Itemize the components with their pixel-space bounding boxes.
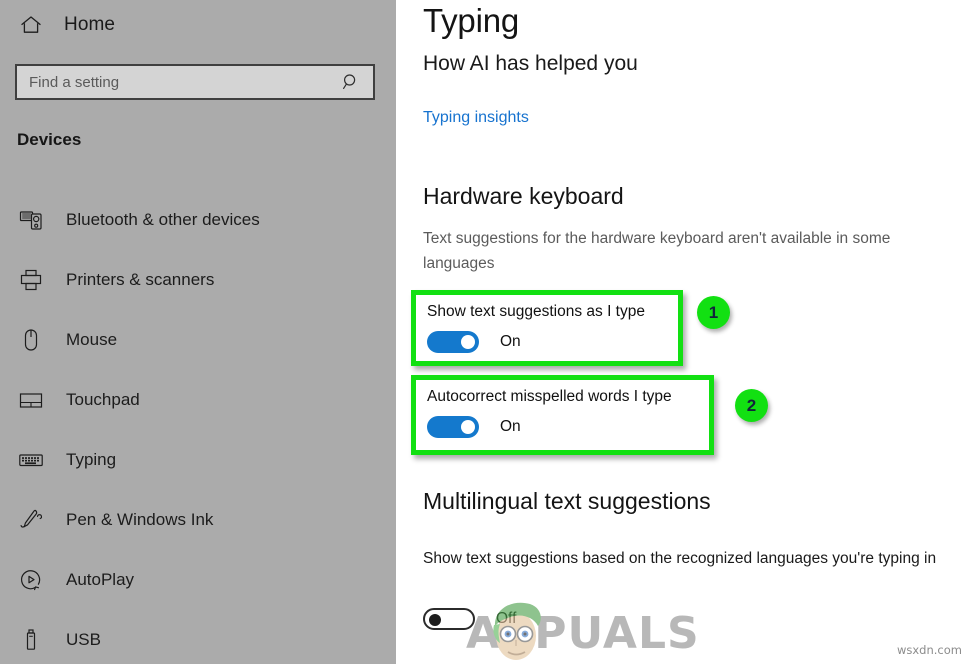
keyboard-icon xyxy=(17,446,45,474)
usb-icon xyxy=(17,626,45,654)
search-input[interactable] xyxy=(17,72,341,92)
toggle-state-label: On xyxy=(500,418,521,435)
settings-window: Home Devices xyxy=(0,0,973,664)
sidebar-item-label: USB xyxy=(66,630,101,649)
toggle-state-label: On xyxy=(500,333,521,350)
sidebar-item-typing[interactable]: Typing xyxy=(0,430,396,490)
hardware-keyboard-description: Text suggestions for the hardware keyboa… xyxy=(423,230,891,272)
printer-icon xyxy=(17,266,45,294)
bluetooth-devices-icon xyxy=(17,206,45,234)
show-text-suggestions-toggle[interactable] xyxy=(427,331,479,353)
highlight-box-autocorrect: Autocorrect misspelled words I type On xyxy=(411,375,714,455)
toggle-knob xyxy=(429,614,441,626)
sidebar-item-label: AutoPlay xyxy=(66,570,135,589)
autoplay-icon xyxy=(17,566,45,594)
toggle-knob xyxy=(461,420,475,434)
sidebar-item-autoplay[interactable]: AutoPlay xyxy=(0,550,396,610)
sidebar-item-label: Pen & Windows Ink xyxy=(66,510,214,529)
sidebar-item-label: Printers & scanners xyxy=(66,270,215,289)
sidebar-section-heading: Devices xyxy=(17,130,82,149)
setting-label: Show text suggestions as I type xyxy=(427,303,645,320)
sidebar-item-printers-scanners[interactable]: Printers & scanners xyxy=(0,250,396,310)
pen-icon xyxy=(17,506,45,534)
setting-toggle-row: On xyxy=(427,331,521,353)
sidebar: Home Devices xyxy=(0,0,396,664)
hardware-keyboard-heading: Hardware keyboard xyxy=(423,183,624,209)
home-icon xyxy=(18,12,44,38)
multilingual-description: Show text suggestions based on the recog… xyxy=(423,550,937,567)
sidebar-item-label: Touchpad xyxy=(66,390,140,409)
autocorrect-toggle[interactable] xyxy=(427,416,479,438)
step-badge-1: 1 xyxy=(697,296,730,329)
step-badge-2: 2 xyxy=(735,389,768,422)
sidebar-item-pen-windows-ink[interactable]: Pen & Windows Ink xyxy=(0,490,396,550)
sidebar-item-label: Bluetooth & other devices xyxy=(66,210,260,229)
search-box[interactable] xyxy=(15,64,375,100)
highlight-box-show-text-suggestions: Show text suggestions as I type On xyxy=(411,290,683,366)
touchpad-icon xyxy=(17,386,45,414)
search-icon[interactable] xyxy=(341,72,361,92)
corner-watermark-url: wsxdn.com xyxy=(896,643,962,657)
toggle-state-label: Off xyxy=(496,610,517,627)
sidebar-nav: Bluetooth & other devices Printers & sca… xyxy=(0,190,396,664)
main-content: Typing How AI has helped you Typing insi… xyxy=(396,0,973,664)
multilingual-heading: Multilingual text suggestions xyxy=(423,488,711,514)
sidebar-item-label: Mouse xyxy=(66,330,118,349)
sidebar-item-usb[interactable]: USB xyxy=(0,610,396,664)
mouse-icon xyxy=(17,326,45,354)
page-subtitle: How AI has helped you xyxy=(423,52,638,75)
multilingual-toggle-row: Off xyxy=(423,608,516,630)
sidebar-item-label: Typing xyxy=(66,450,117,469)
watermark-mascot-icon xyxy=(493,602,541,660)
setting-label: Autocorrect misspelled words I type xyxy=(427,388,672,405)
sidebar-item-home[interactable]: Home xyxy=(18,8,115,42)
toggle-knob xyxy=(461,335,475,349)
setting-toggle-row: On xyxy=(427,416,521,438)
sidebar-item-bluetooth-other-devices[interactable]: Bluetooth & other devices xyxy=(0,190,396,250)
multilingual-suggestions-toggle[interactable] xyxy=(423,608,475,630)
typing-insights-link[interactable]: Typing insights xyxy=(423,109,529,127)
sidebar-home-label: Home xyxy=(64,14,116,35)
sidebar-item-touchpad[interactable]: Touchpad xyxy=(0,370,396,430)
sidebar-item-mouse[interactable]: Mouse xyxy=(0,310,396,370)
page-title: Typing xyxy=(423,2,520,39)
